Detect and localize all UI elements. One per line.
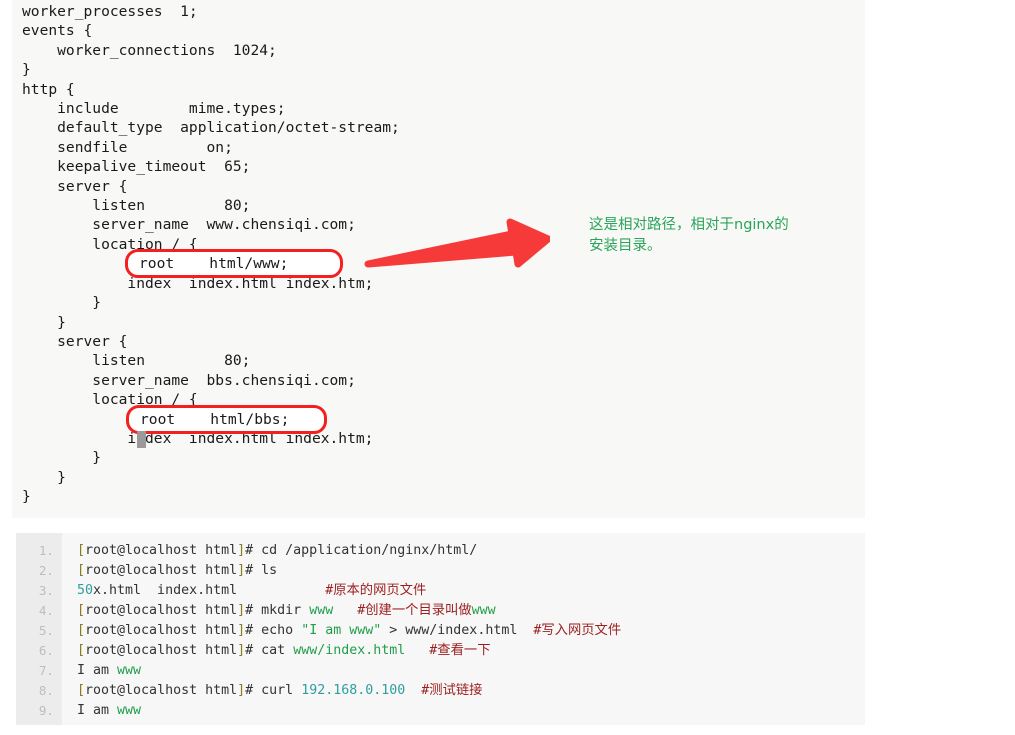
shell-line-number: 9. bbox=[38, 703, 54, 718]
shell-line-number: 5. bbox=[38, 623, 54, 638]
shell-line-list: 1. [root@localhost html]# cd /application… bbox=[16, 541, 865, 721]
shell-line: 1. [root@localhost html]# cd /application… bbox=[16, 541, 865, 561]
shell-line-text: I am www bbox=[77, 703, 142, 718]
shell-line: 7. I am www bbox=[16, 661, 865, 681]
shell-line-text: 50x.html index.html #原本的网页文件 bbox=[77, 583, 427, 598]
red-arrow-icon bbox=[364, 218, 550, 268]
shell-line: 8. [root@localhost html]# curl 192.168.0.… bbox=[16, 681, 865, 701]
shell-line-number: 8. bbox=[38, 683, 54, 698]
shell-line-text: [root@localhost html]# mkdir www #创建一个目录… bbox=[77, 603, 496, 618]
shell-line-text: [root@localhost html]# cd /application/n… bbox=[77, 543, 478, 558]
shell-line: 9. I am www bbox=[16, 701, 865, 721]
shell-line-number: 6. bbox=[38, 643, 54, 658]
shell-transcript-block: 1. [root@localhost html]# cd /application… bbox=[16, 533, 865, 725]
highlight-box-root-www: root html/www; bbox=[125, 249, 343, 278]
annotation-text-relative-path: 这是相对路径，相对于nginx的 安装目录。 bbox=[589, 217, 789, 254]
shell-line-number: 4. bbox=[38, 603, 54, 618]
shell-line: 2. [root@localhost html]# ls bbox=[16, 561, 865, 581]
shell-line: 3. 50x.html index.html #原本的网页文件 bbox=[16, 581, 865, 601]
shell-line: 5. [root@localhost html]# echo "I am www"… bbox=[16, 621, 865, 641]
shell-line-text: [root@localhost html]# cat www/index.htm… bbox=[77, 643, 491, 658]
highlight-box-root-www-text: root html/www; bbox=[139, 255, 289, 272]
shell-line-text: [root@localhost html]# ls bbox=[77, 563, 278, 578]
shell-line-text: [root@localhost html]# curl 192.168.0.10… bbox=[77, 683, 483, 698]
shell-line-text: I am www bbox=[77, 663, 142, 678]
shell-line: 6. [root@localhost html]# cat www/index.h… bbox=[16, 641, 865, 661]
shell-line-text: [root@localhost html]# echo "I am www" >… bbox=[77, 623, 622, 638]
shell-line-number: 2. bbox=[38, 563, 54, 578]
text-cursor bbox=[137, 431, 146, 448]
shell-line: 4. [root@localhost html]# mkdir www #创建一个… bbox=[16, 601, 865, 621]
highlight-box-root-bbs-text: root html/bbs; bbox=[140, 411, 290, 428]
shell-line-number: 7. bbox=[38, 663, 54, 678]
highlight-box-root-bbs: root html/bbs; bbox=[126, 405, 327, 434]
shell-line-number: 3. bbox=[38, 583, 54, 598]
shell-line-number: 1. bbox=[38, 543, 54, 558]
